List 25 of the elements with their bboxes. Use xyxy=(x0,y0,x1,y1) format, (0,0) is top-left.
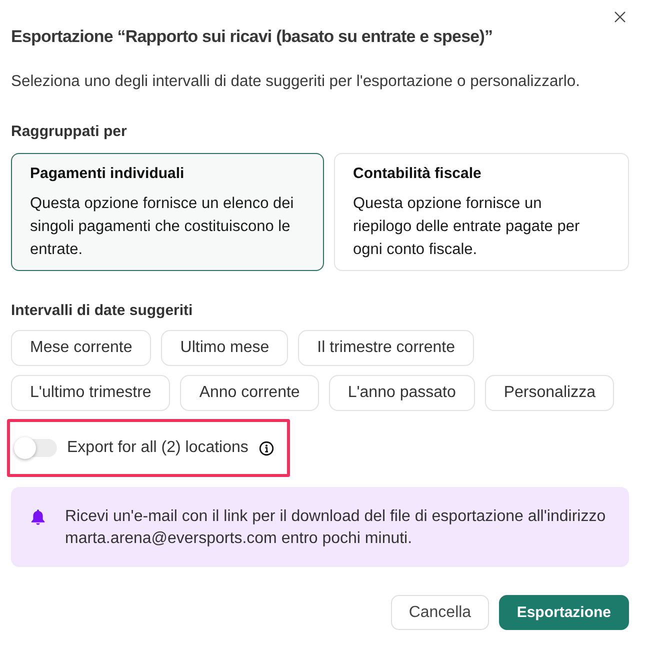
option-description: Questa opzione fornisce un riepilogo delle entrate pagate per ogni conto fiscale. xyxy=(353,194,581,260)
dialog-description: Seleziona uno degli intervalli di date suggeriti per l'esportazione o personalizzarlo. xyxy=(11,72,581,92)
section-label: Intervalli di date suggeriti xyxy=(11,301,194,321)
date-range-chip[interactable]: L'ultimo trimestre xyxy=(11,375,170,411)
date-range-chip[interactable]: L'anno passato xyxy=(328,375,475,411)
date-range-chip[interactable]: Il trimestre corrente xyxy=(298,330,474,366)
date-range-chip[interactable]: Ultimo mese xyxy=(161,330,288,366)
toggle-switch[interactable] xyxy=(14,439,57,457)
option-description: Questa opzione fornisce un elenco dei singoli pagamenti che costituiscono le entrate. xyxy=(30,194,295,260)
date-range-chip[interactable]: Mese corrente xyxy=(11,330,152,366)
option-card[interactable]: Pagamenti individuali Questa opzione fornisce un elenco dei singoli pagamenti che costituiscono le entrate. xyxy=(11,153,324,271)
export-button[interactable]: Esportazione xyxy=(498,595,629,630)
option-title: Contabilità fiscale xyxy=(353,164,482,184)
date-range-chip[interactable]: Personalizza xyxy=(484,375,614,411)
bell-icon xyxy=(31,509,45,525)
option-card[interactable]: Contabilità fiscale Questa opzione fornisce un riepilogo delle entrate pagate per ogni conto fiscale. xyxy=(334,153,629,271)
toggle-label: Export for all (2) locations xyxy=(67,439,248,457)
dialog-title: Esportazione “Rapporto sui ricavi (basato su entrate e spese)” xyxy=(11,26,494,48)
date-range-chip[interactable]: Anno corrente xyxy=(180,375,319,411)
section-label: Raggruppati per xyxy=(11,122,128,142)
cancel-button[interactable]: Cancella xyxy=(390,595,489,630)
option-title: Pagamenti individuali xyxy=(30,164,186,184)
info-icon[interactable] xyxy=(259,440,274,456)
close-icon[interactable] xyxy=(614,11,626,23)
notice-text: Ricevi un'e-mail con il link per il download del file di esportazione all'indirizzo marta.arena@eversports.com entro pochi minuti. xyxy=(65,507,607,549)
